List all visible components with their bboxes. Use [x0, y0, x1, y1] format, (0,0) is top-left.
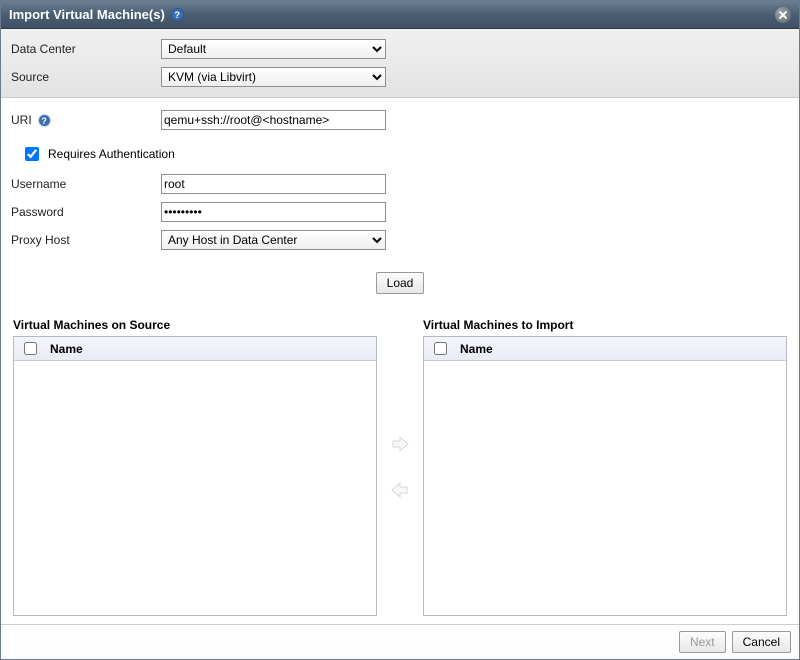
import-list-title: Virtual Machines to Import — [423, 318, 787, 332]
load-button[interactable]: Load — [376, 272, 425, 294]
source-label: Source — [11, 70, 161, 84]
proxy-host-select[interactable]: Any Host in Data Center — [161, 230, 386, 250]
import-list-header: Name — [424, 337, 786, 361]
lists-area: Virtual Machines on Source Name — [11, 318, 789, 616]
source-list-title: Virtual Machines on Source — [13, 318, 377, 332]
username-input[interactable] — [161, 174, 386, 194]
proxy-host-label: Proxy Host — [11, 233, 161, 247]
source-list-header: Name — [14, 337, 376, 361]
dialog-title: Import Virtual Machine(s) — [9, 7, 165, 22]
import-list: Name — [423, 336, 787, 616]
arrow-left-icon — [389, 479, 411, 501]
password-input[interactable] — [161, 202, 386, 222]
move-right-button[interactable] — [389, 433, 411, 455]
import-name-column: Name — [460, 342, 493, 356]
move-left-button[interactable] — [389, 479, 411, 501]
password-label: Password — [11, 205, 161, 219]
next-button[interactable]: Next — [679, 631, 726, 653]
source-name-column: Name — [50, 342, 83, 356]
transfer-arrows — [383, 318, 417, 616]
titlebar: Import Virtual Machine(s) ? — [1, 1, 799, 29]
import-select-all-checkbox[interactable] — [434, 342, 447, 355]
source-list-body[interactable] — [14, 361, 376, 615]
source-list-column: Virtual Machines on Source Name — [13, 318, 377, 616]
uri-help-icon[interactable]: ? — [38, 113, 51, 128]
close-button[interactable] — [775, 7, 791, 23]
import-vm-dialog: Import Virtual Machine(s) ? Data Center … — [0, 0, 800, 660]
uri-label: URI — [11, 113, 32, 127]
requires-auth-label: Requires Authentication — [48, 147, 175, 161]
footer: Next Cancel — [1, 624, 799, 659]
source-list: Name — [13, 336, 377, 616]
requires-auth-checkbox[interactable] — [25, 147, 39, 161]
arrow-right-icon — [389, 433, 411, 455]
source-select[interactable]: KVM (via Libvirt) — [161, 67, 386, 87]
data-center-select[interactable]: Default — [161, 39, 386, 59]
import-list-column: Virtual Machines to Import Name — [423, 318, 787, 616]
title-help-icon[interactable]: ? — [171, 8, 184, 21]
body-panel: URI ? Requires Authentication Username P… — [1, 98, 799, 624]
top-panel: Data Center Default Source KVM (via Libv… — [1, 29, 799, 98]
uri-input[interactable] — [161, 110, 386, 130]
data-center-label: Data Center — [11, 42, 161, 56]
source-select-all-checkbox[interactable] — [24, 342, 37, 355]
import-list-body[interactable] — [424, 361, 786, 615]
username-label: Username — [11, 177, 161, 191]
cancel-button[interactable]: Cancel — [732, 631, 791, 653]
close-icon — [775, 7, 791, 23]
